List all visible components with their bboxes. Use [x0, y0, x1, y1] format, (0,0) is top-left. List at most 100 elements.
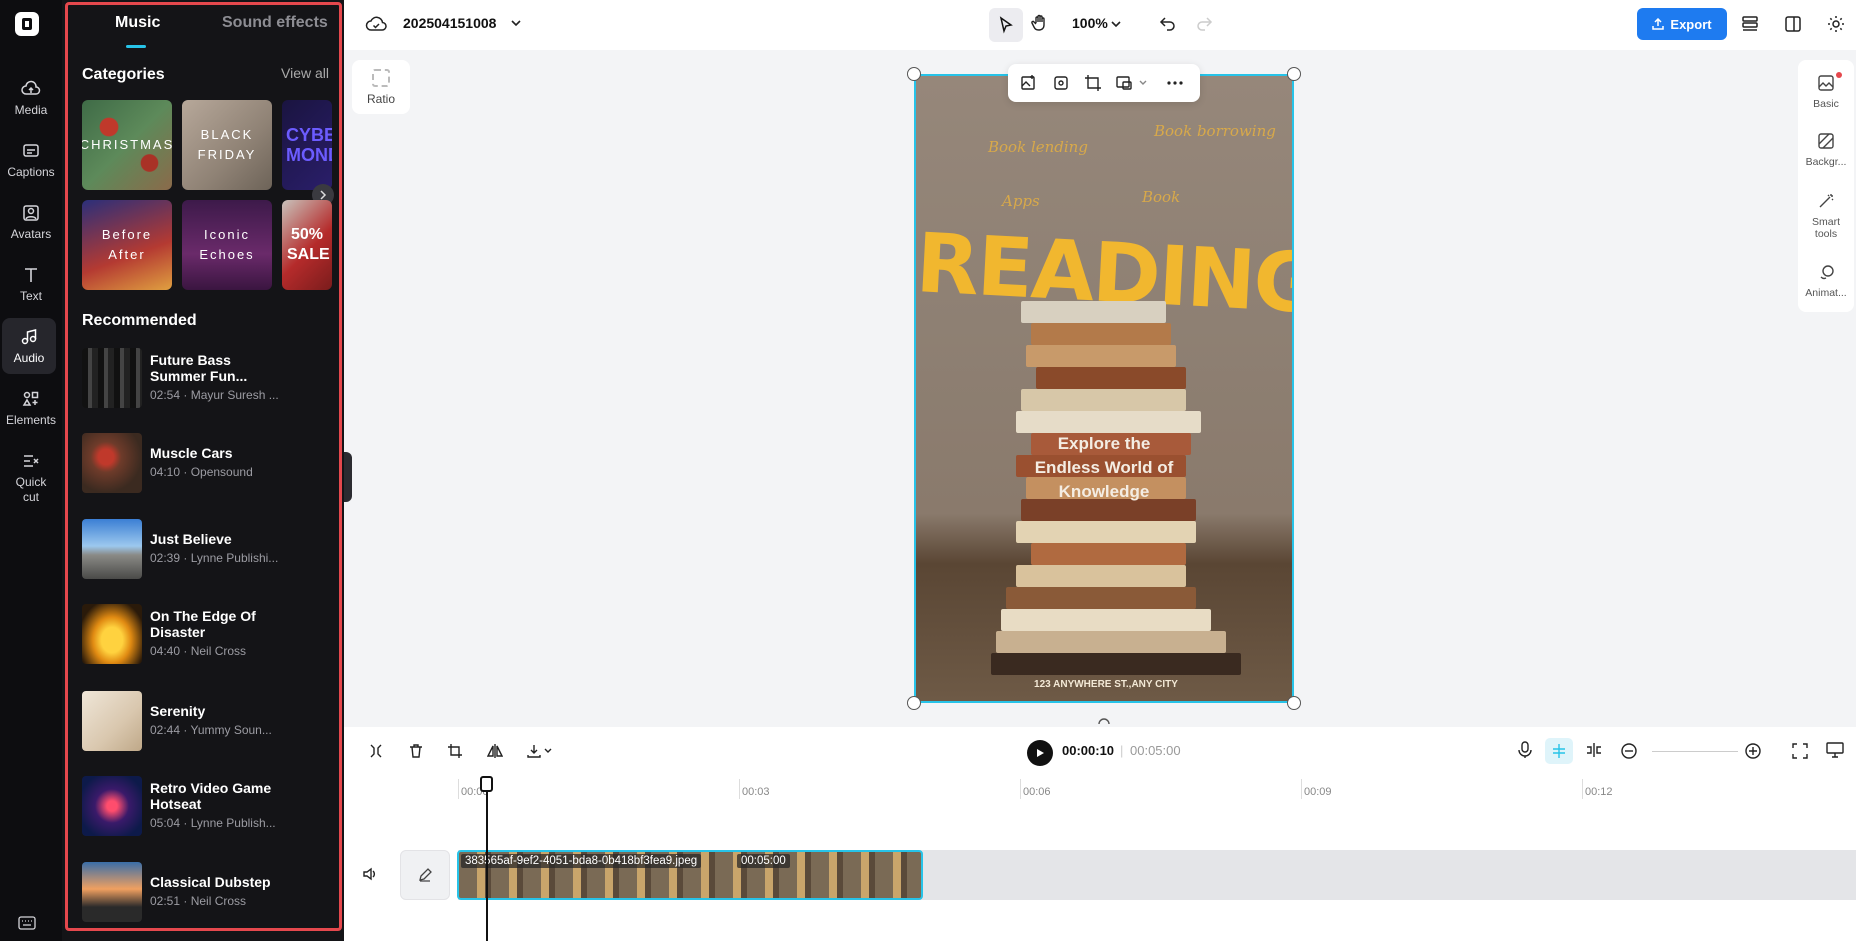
ruler-tick-label: 00:09 [1304, 786, 1332, 798]
aspect-ratio-icon [372, 68, 390, 87]
list-item[interactable]: Just Believe 02:39 · Lynne Publishi... [82, 519, 332, 579]
track-thumbnail [82, 776, 142, 836]
nav-captions[interactable]: Captions [0, 141, 62, 179]
category-card[interactable]: Iconic Echoes [182, 200, 272, 290]
snap-icon [1553, 744, 1565, 758]
background-button[interactable]: Backgr... [1798, 132, 1854, 168]
zoom-in-icon[interactable] [1744, 742, 1762, 760]
cloud-sync-icon[interactable] [365, 14, 387, 34]
tab-music[interactable]: Music [115, 14, 160, 32]
nav-quick-cut[interactable]: Quick cut [0, 451, 62, 505]
track-title: On The Edge Of Disaster [150, 608, 256, 640]
list-item[interactable]: Muscle Cars 04:10 · Opensound [82, 433, 332, 493]
select-tool-button[interactable] [989, 8, 1023, 42]
nav-elements[interactable]: Elements [0, 389, 62, 427]
category-label: CHRISTMAS [82, 137, 172, 152]
zoom-level[interactable]: 100% [1072, 15, 1108, 31]
tab-sound-effects[interactable]: Sound effects [222, 14, 328, 32]
hand-tool-button[interactable] [1030, 13, 1050, 33]
hand-icon [1031, 14, 1045, 31]
track-meta: 02:54 · Mayur Suresh ... [150, 388, 279, 402]
category-label: 50% SALE [287, 226, 330, 263]
resize-handle[interactable] [907, 67, 921, 81]
list-item[interactable]: Future Bass Summer Fun... 02:54 · Mayur … [82, 348, 332, 408]
settings-gear-icon[interactable] [1826, 14, 1846, 34]
clip-duration: 00:05:00 [737, 854, 790, 868]
download-icon[interactable] [526, 743, 552, 759]
export-button[interactable]: Export [1637, 8, 1727, 40]
view-all-link[interactable]: View all [281, 65, 329, 81]
play-button[interactable] [1027, 740, 1053, 766]
microphone-icon[interactable] [1517, 741, 1533, 759]
nav-media-label: Media [14, 103, 48, 117]
nav-media[interactable]: Media [0, 79, 62, 117]
keyboard-shortcuts-icon[interactable] [18, 916, 36, 933]
chevron-down-icon[interactable] [1138, 78, 1148, 88]
chevron-down-icon[interactable] [510, 17, 522, 29]
split-view-icon[interactable] [1585, 742, 1603, 758]
crop-icon[interactable] [1084, 74, 1102, 92]
category-card[interactable]: CYBER MONDAY [282, 100, 332, 190]
category-card[interactable]: CHRISTMAS [82, 100, 172, 190]
flip-icon[interactable] [487, 743, 503, 759]
ratio-label: Ratio [366, 91, 395, 106]
track-title: Retro Video Game Hotseat [150, 780, 272, 812]
collapse-panel-handle[interactable] [344, 452, 352, 502]
redo-icon[interactable] [1195, 14, 1213, 32]
undo-icon[interactable] [1159, 14, 1177, 32]
list-item[interactable]: Classical Dubstep 02:51 · Neil Cross [82, 862, 332, 922]
resize-handle[interactable] [1287, 696, 1301, 710]
ratio-button[interactable]: Ratio [352, 60, 410, 114]
basic-button[interactable]: Basic [1798, 72, 1854, 110]
canvas-image[interactable]: Book lending Book borrowing Apps Book RE… [914, 74, 1294, 703]
playhead-handle[interactable] [480, 776, 493, 792]
crop-icon[interactable] [447, 743, 463, 759]
list-item[interactable]: Retro Video Game Hotseat 05:04 · Lynne P… [82, 776, 332, 836]
category-card[interactable]: Before After [82, 200, 172, 290]
animation-button[interactable]: Animat... [1798, 263, 1854, 299]
total-time: 00:05:00 [1130, 743, 1181, 758]
nav-text-label: Text [19, 289, 42, 303]
nav-audio[interactable]: Audio [2, 318, 56, 374]
layout-panel-icon[interactable] [1783, 14, 1803, 34]
project-name[interactable]: 202504151008 [403, 15, 496, 31]
smart-tools-button[interactable]: Smart tools [1798, 192, 1854, 240]
magnet-snap-toggle[interactable] [1545, 738, 1573, 764]
ruler-tick [739, 779, 740, 799]
export-label: Export [1670, 16, 1712, 32]
ruler-tick [1582, 779, 1583, 799]
split-icon[interactable] [368, 743, 384, 759]
nav-text[interactable]: Text [0, 265, 62, 303]
remove-background-icon[interactable] [1115, 74, 1133, 92]
list-item[interactable]: On The Edge Of Disaster 04:40 · Neil Cro… [82, 604, 332, 664]
delete-icon[interactable] [408, 743, 424, 759]
zoom-slider[interactable] [1652, 751, 1738, 752]
playhead[interactable] [486, 776, 488, 941]
focus-frame-icon[interactable] [1052, 74, 1070, 92]
nav-elements-label: Elements [5, 413, 57, 427]
track-volume-icon[interactable] [362, 866, 378, 885]
smart-tools-label: Smart tools [1811, 216, 1840, 240]
zoom-out-icon[interactable] [1620, 742, 1638, 760]
track-title: Serenity [150, 703, 206, 719]
ruler-tick-label: 00:12 [1585, 786, 1613, 798]
resize-handle[interactable] [907, 696, 921, 710]
resize-handle[interactable] [1287, 67, 1301, 81]
layers-icon[interactable] [1740, 14, 1760, 34]
list-item[interactable]: Serenity 02:44 · Yummy Soun... [82, 691, 332, 751]
category-card[interactable]: BLACK FRIDAY [182, 100, 272, 190]
app-logo[interactable] [15, 12, 39, 36]
more-options-icon[interactable] [1166, 74, 1184, 92]
replace-image-icon[interactable] [1020, 74, 1038, 92]
category-card[interactable]: 50% SALE [282, 200, 332, 290]
cursive-text: Book lending [988, 138, 1088, 156]
track-edit-button[interactable] [400, 850, 450, 900]
cursive-text: Book borrowing [1154, 122, 1276, 140]
avatar-icon [23, 205, 39, 221]
preview-monitor-icon[interactable] [1826, 742, 1844, 758]
fullscreen-icon[interactable] [1792, 743, 1808, 759]
basic-image-icon [1818, 75, 1834, 91]
timeline-clip[interactable]: 383565af-9ef2-4051-bda8-0b418bf3fea9.jpe… [457, 850, 923, 900]
zoom-chevron-down-icon[interactable] [1110, 18, 1122, 30]
nav-avatars[interactable]: Avatars [0, 203, 62, 241]
